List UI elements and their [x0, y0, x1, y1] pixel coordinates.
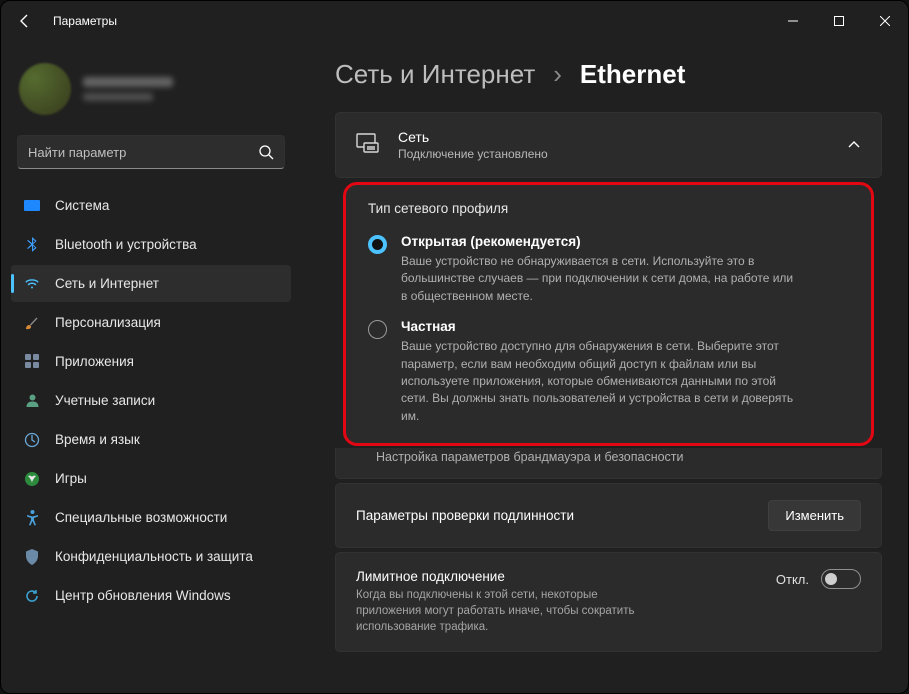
close-button[interactable] [862, 1, 908, 41]
sidebar-item-label: Конфиденциальность и защита [55, 549, 253, 564]
sidebar-item-label: Система [55, 198, 109, 213]
apps-icon [23, 353, 41, 371]
radio-private-label: Частная [401, 319, 801, 334]
sidebar-item-network[interactable]: Сеть и Интернет [11, 265, 291, 302]
radio-private[interactable] [368, 320, 387, 339]
sidebar-item-label: Приложения [55, 354, 134, 369]
section-title: Тип сетевого профиля [368, 201, 849, 216]
xbox-icon [23, 470, 41, 488]
update-icon [23, 587, 41, 605]
maximize-button[interactable] [816, 1, 862, 41]
network-title: Сеть [398, 129, 829, 145]
sidebar-item-privacy[interactable]: Конфиденциальность и защита [11, 538, 291, 575]
ethernet-icon [356, 133, 380, 158]
sidebar-item-label: Центр обновления Windows [55, 588, 231, 603]
search-box[interactable] [17, 135, 285, 169]
chevron-right-icon: › [553, 59, 562, 90]
back-button[interactable] [15, 11, 35, 31]
sidebar-item-label: Учетные записи [55, 393, 155, 408]
metered-desc: Когда вы подключены к этой сети, некотор… [356, 587, 666, 635]
search-input[interactable] [28, 145, 258, 160]
person-icon [23, 392, 41, 410]
clock-globe-icon [23, 431, 41, 449]
metered-toggle[interactable] [821, 569, 861, 589]
search-icon [258, 144, 274, 160]
window-title: Параметры [53, 14, 117, 28]
sidebar-item-personalization[interactable]: Персонализация [11, 304, 291, 341]
metered-connection-row: Лимитное подключение Когда вы подключены… [335, 552, 882, 652]
profile-name-blurred [83, 77, 173, 101]
display-icon [23, 197, 41, 215]
radio-public[interactable] [368, 235, 387, 254]
wifi-icon [23, 275, 41, 293]
metered-label: Лимитное подключение [356, 569, 776, 584]
breadcrumb-parent[interactable]: Сеть и Интернет [335, 59, 535, 90]
auth-label: Параметры проверки подлинности [356, 508, 768, 523]
sidebar-item-apps[interactable]: Приложения [11, 343, 291, 380]
sidebar-item-label: Специальные возможности [55, 510, 227, 525]
sidebar-item-accounts[interactable]: Учетные записи [11, 382, 291, 419]
network-header-row[interactable]: Сеть Подключение установлено [336, 113, 881, 177]
network-profile-type-section: Тип сетевого профиля Открытая (рекоменду… [343, 182, 874, 446]
breadcrumb: Сеть и Интернет › Ethernet [335, 59, 882, 90]
radio-private-desc: Ваше устройство доступно для обнаружения… [401, 338, 801, 425]
radio-public-label: Открытая (рекомендуется) [401, 234, 801, 249]
breadcrumb-current: Ethernet [580, 59, 685, 90]
brush-icon [23, 314, 41, 332]
sidebar-item-accessibility[interactable]: Специальные возможности [11, 499, 291, 536]
sidebar-item-bluetooth[interactable]: Bluetooth и устройства [11, 226, 291, 263]
firewall-settings-link[interactable]: Настройка параметров брандмауэра и безоп… [335, 448, 882, 479]
sidebar-item-gaming[interactable]: Игры [11, 460, 291, 497]
shield-icon [23, 548, 41, 566]
bluetooth-icon [23, 236, 41, 254]
sidebar-item-label: Персонализация [55, 315, 161, 330]
toggle-state-label: Откл. [776, 572, 809, 587]
sidebar-item-system[interactable]: Система [11, 187, 291, 224]
auth-params-row: Параметры проверки подлинности Изменить [335, 483, 882, 548]
sidebar-item-label: Время и язык [55, 432, 140, 447]
user-profile[interactable] [11, 57, 291, 129]
radio-public-desc: Ваше устройство не обнаруживается в сети… [401, 253, 801, 305]
sidebar-item-label: Игры [55, 471, 87, 486]
sidebar-item-time-language[interactable]: Время и язык [11, 421, 291, 458]
accessibility-icon [23, 509, 41, 527]
sidebar-item-windows-update[interactable]: Центр обновления Windows [11, 577, 291, 614]
chevron-up-icon [847, 138, 861, 152]
network-status: Подключение установлено [398, 147, 829, 161]
sidebar-item-label: Bluetooth и устройства [55, 237, 197, 252]
sidebar-item-label: Сеть и Интернет [55, 276, 159, 291]
minimize-button[interactable] [770, 1, 816, 41]
change-button[interactable]: Изменить [768, 500, 861, 531]
avatar [19, 63, 71, 115]
